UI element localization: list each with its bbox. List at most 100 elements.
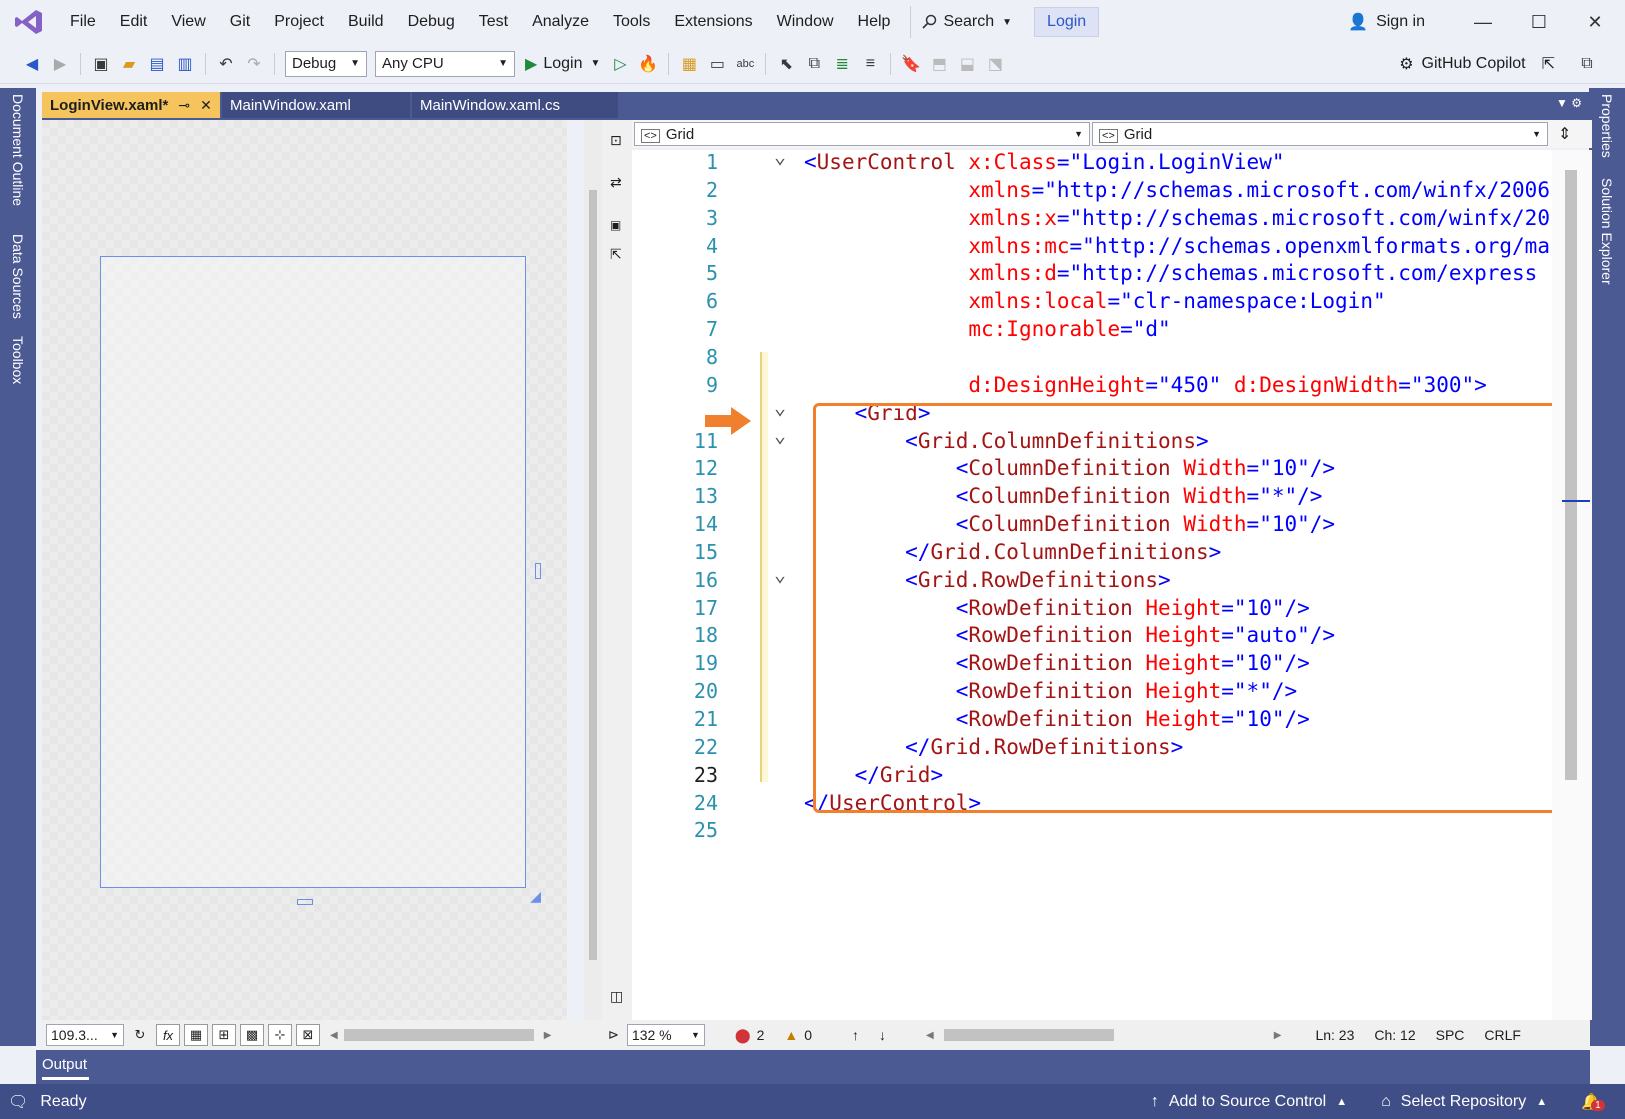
bookmark-icon[interactable]: 🔖	[897, 50, 925, 78]
refresh-icon[interactable]: ↻	[128, 1024, 152, 1046]
start-without-debugging-icon[interactable]: ▷	[606, 50, 634, 78]
tab-loginview-xaml[interactable]: LoginView.xaml* ⊸ ✕	[42, 92, 220, 118]
code-line[interactable]: 6 xmlns:local="clr-namespace:Login"	[632, 289, 1552, 318]
next-issue-icon[interactable]: ↓	[879, 1027, 886, 1043]
select-element-icon[interactable]: ⬉	[772, 50, 800, 78]
fold-chevron-icon[interactable]: ⌄	[774, 150, 786, 168]
editor-zoom-dropdown[interactable]: 132 % ▼	[626, 1024, 705, 1046]
code-line[interactable]: 5 xmlns:d="http://schemas.microsoft.com/…	[632, 261, 1552, 290]
next-bookmark-icon[interactable]: ⬓	[953, 50, 981, 78]
add-to-source-control-button[interactable]: ↑ Add to Source Control ▲	[1151, 1093, 1347, 1111]
close-icon[interactable]: ✕	[200, 97, 212, 114]
code-line[interactable]: 9 d:DesignHeight="450" d:DesignWidth="30…	[632, 373, 1552, 402]
resize-handle-bottom[interactable]	[297, 899, 313, 905]
resize-handle-right[interactable]	[535, 563, 541, 579]
open-folder-icon[interactable]: ▰	[115, 50, 143, 78]
warning-count[interactable]: ▲ 0	[784, 1027, 812, 1043]
maximize-button[interactable]: ☐	[1511, 0, 1567, 44]
solution-explorer-icon[interactable]: ▦	[675, 50, 703, 78]
column-indicator[interactable]: Ch: 12	[1374, 1027, 1415, 1043]
code-line[interactable]: 1 ⌄ <UserControl x:Class="Login.LoginView"	[632, 150, 1552, 179]
github-copilot-button[interactable]: ⚙ GitHub Copilot ⇱	[1399, 44, 1555, 84]
effects-icon[interactable]: fx	[156, 1024, 180, 1046]
previous-bookmark-icon[interactable]: ⬒	[925, 50, 953, 78]
element-scope-dropdown[interactable]: <> Grid ▼	[634, 122, 1090, 146]
back-icon[interactable]: ◀	[18, 50, 46, 78]
undo-icon[interactable]: ↶	[212, 50, 240, 78]
swap-panes-icon[interactable]: ⇄	[610, 174, 622, 191]
save-icon[interactable]: ▤	[143, 50, 171, 78]
menu-git[interactable]: Git	[218, 0, 262, 44]
scroll-thumb[interactable]	[1565, 170, 1577, 780]
menu-extensions[interactable]: Extensions	[662, 0, 764, 44]
forward-icon[interactable]: ▶	[46, 50, 74, 78]
vertical-split-icon[interactable]: ◫	[610, 988, 623, 1005]
design-zoom-dropdown[interactable]: 109.3... ▼	[46, 1024, 124, 1046]
usercontrol-preview[interactable]: ◢	[100, 256, 541, 905]
code-line[interactable]: 8	[632, 345, 1552, 374]
error-count[interactable]: ⬤ 2	[735, 1027, 764, 1044]
editor-vertical-scrollbar[interactable]	[1552, 150, 1592, 1020]
split-editor-icon[interactable]: ⇕	[1558, 124, 1571, 144]
menu-file[interactable]: File	[58, 0, 108, 44]
menu-analyze[interactable]: Analyze	[520, 0, 601, 44]
expand-pane-icon[interactable]: ⊳	[608, 1027, 619, 1043]
data-sources-tab[interactable]: Data Sources	[10, 234, 26, 319]
solution-explorer-tab[interactable]: Solution Explorer	[1599, 178, 1615, 285]
code-line[interactable]: 2 xmlns="http://schemas.microsoft.com/wi…	[632, 178, 1552, 207]
output-panel-tab[interactable]: Output	[36, 1050, 1590, 1084]
menu-build[interactable]: Build	[336, 0, 396, 44]
design-vertical-scrollbar[interactable]	[584, 120, 602, 1020]
save-all-icon[interactable]: ▥	[171, 50, 199, 78]
scroll-left-icon[interactable]: ◀	[330, 1030, 338, 1041]
close-button[interactable]: ✕	[1567, 0, 1623, 44]
editor-horizontal-scrollbar[interactable]	[943, 1029, 1114, 1041]
start-debugging-button[interactable]: ▶ Login ▼	[525, 54, 600, 74]
collapse-pane-icon[interactable]: ▣	[610, 218, 621, 232]
pan-icon[interactable]: ⊡	[610, 132, 622, 149]
search-button[interactable]: Search ▼	[910, 6, 1022, 38]
tab-mainwindow-xaml-cs[interactable]: MainWindow.xaml.cs	[412, 92, 618, 118]
spell-check-icon[interactable]: abc	[731, 50, 759, 78]
menu-window[interactable]: Window	[765, 0, 846, 44]
properties-tab[interactable]: Properties	[1599, 94, 1615, 158]
scroll-right-icon[interactable]: ▶	[544, 1030, 552, 1041]
scroll-right-icon[interactable]: ▶	[1274, 1030, 1282, 1041]
format-document-icon[interactable]: ≣	[828, 50, 856, 78]
line-ending-indicator[interactable]: CRLF	[1484, 1027, 1521, 1043]
menu-tools[interactable]: Tools	[601, 0, 662, 44]
scroll-thumb[interactable]	[589, 190, 597, 960]
feedback-icon[interactable]: ⧉	[1573, 50, 1601, 78]
grid-icon[interactable]: ▦	[184, 1024, 208, 1046]
code-line[interactable]: 25	[632, 818, 1552, 847]
whitespace-indicator[interactable]: SPC	[1436, 1027, 1465, 1043]
platform-dropdown[interactable]: Any CPU ▼	[375, 50, 515, 77]
project-code-icon[interactable]: ⊠	[296, 1024, 320, 1046]
popout-icon[interactable]: ⇱	[610, 246, 622, 263]
tab-overflow-icon[interactable]: ▼ ⚙	[1556, 96, 1582, 110]
browser-link-icon[interactable]: ▭	[703, 50, 731, 78]
code-line[interactable]: 7 mc:Ignorable="d"	[632, 317, 1552, 346]
document-outline-tab[interactable]: Document Outline	[10, 94, 26, 206]
hot-reload-icon[interactable]: 🔥	[634, 50, 662, 78]
menu-view[interactable]: View	[159, 0, 217, 44]
code-line[interactable]: 4 xmlns:mc="http://schemas.openxmlformat…	[632, 234, 1552, 263]
toolbox-tab[interactable]: Toolbox	[10, 336, 26, 384]
clear-bookmarks-icon[interactable]: ⬔	[981, 50, 1009, 78]
minimize-button[interactable]: —	[1455, 0, 1511, 44]
new-project-icon[interactable]: ▣	[87, 50, 115, 78]
pin-icon[interactable]: ⊸	[178, 97, 190, 114]
resize-handle-corner[interactable]: ◢	[530, 888, 541, 905]
menu-debug[interactable]: Debug	[396, 0, 467, 44]
fold-chevron-icon[interactable]: ⌄	[774, 395, 786, 419]
menu-project[interactable]: Project	[262, 0, 336, 44]
scroll-left-icon[interactable]: ◀	[926, 1030, 934, 1041]
code-line[interactable]: 3 xmlns:x="http://schemas.microsoft.com/…	[632, 206, 1552, 235]
member-dropdown[interactable]: <> Grid ▼	[1092, 122, 1548, 146]
artboard-background-icon[interactable]: ▩	[240, 1024, 264, 1046]
menu-help[interactable]: Help	[846, 0, 903, 44]
sign-in-button[interactable]: 👤 Sign in	[1348, 0, 1425, 44]
comment-icon[interactable]: ≡	[856, 50, 884, 78]
design-horizontal-scrollbar[interactable]	[343, 1029, 534, 1041]
track-focus-icon[interactable]: ⧉	[800, 50, 828, 78]
